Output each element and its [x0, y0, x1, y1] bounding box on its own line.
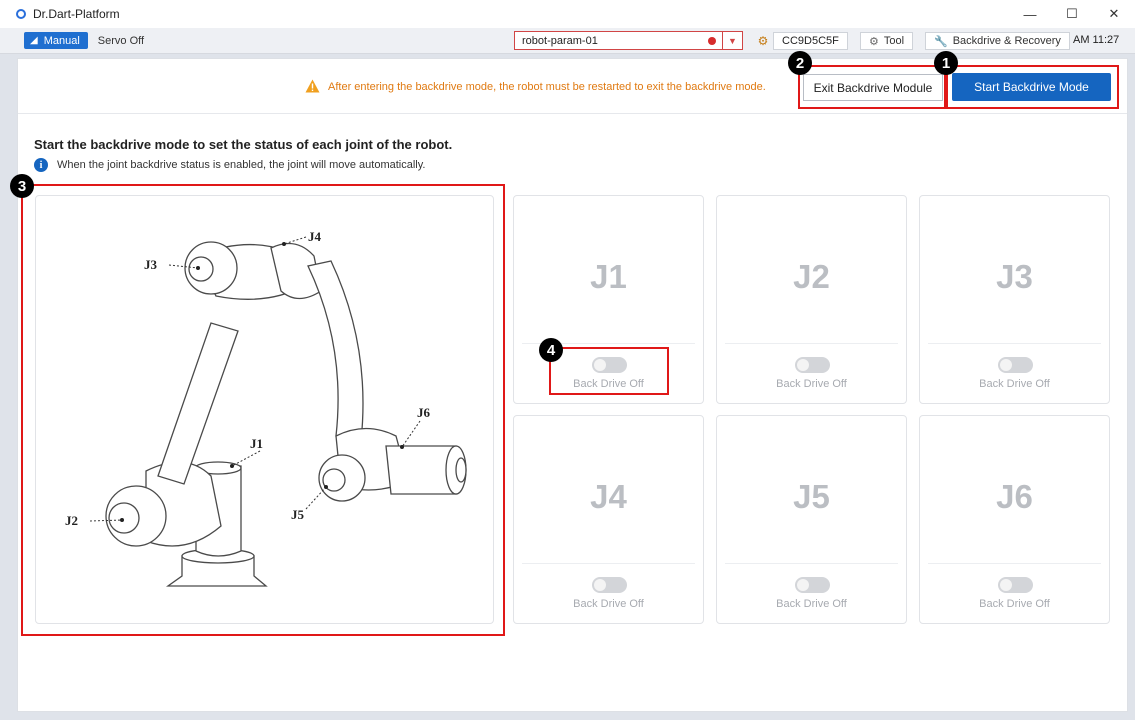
top-toolbar: ◢ Manual Servo Off robot-param-01 ▼ ⚙ CC… [0, 28, 1135, 54]
section-heading: Start the backdrive mode to set the stat… [34, 137, 453, 152]
backdrive-recovery-button[interactable]: 🔧 Backdrive & Recovery [925, 32, 1070, 50]
joint-name: J2 [793, 258, 830, 295]
backdrive-status: Back Drive Off [979, 378, 1050, 390]
callout-box-2 [798, 65, 946, 109]
backdrive-status: Back Drive Off [776, 378, 847, 390]
annotation-badge-4: 4 [539, 338, 563, 362]
joint-name: J5 [793, 478, 830, 515]
joint-name: J6 [996, 478, 1033, 515]
window-controls: — ☐ ✕ [1009, 0, 1135, 28]
joint-name: J3 [996, 258, 1033, 295]
backdrive-toggle-j6[interactable] [998, 577, 1033, 593]
wrench-icon: 🔧 [934, 35, 948, 48]
callout-box-1 [946, 65, 1119, 109]
clock: AM 11:27 [1073, 34, 1120, 46]
servo-status: Servo Off [97, 34, 145, 47]
divider [725, 343, 898, 344]
joint-name: J4 [590, 478, 627, 515]
joint-card-j6: J6 Back Drive Off [919, 415, 1110, 624]
backdrive-status: Back Drive Off [979, 598, 1050, 610]
backdrive-toggle-j4[interactable] [592, 577, 627, 593]
info-icon: i [34, 158, 48, 172]
backdrive-status: Back Drive Off [776, 598, 847, 610]
backdrive-toggle-j5[interactable] [795, 577, 830, 593]
toggle-knob [594, 579, 606, 591]
info-row: i When the joint backdrive status is ena… [34, 158, 425, 172]
divider [928, 343, 1101, 344]
annotation-badge-3: 3 [10, 174, 34, 198]
toggle-knob [797, 359, 809, 371]
joint-card-j4: J4 Back Drive Off [513, 415, 704, 624]
divider [928, 563, 1101, 564]
param-status-dot [708, 36, 716, 45]
toggle-knob [1000, 579, 1012, 591]
toggle-knob [1000, 359, 1012, 371]
tool-button[interactable]: ⚙ Tool [860, 32, 914, 50]
close-button[interactable]: ✕ [1093, 0, 1135, 28]
robot-param-select[interactable]: robot-param-01 ▼ [514, 31, 743, 50]
joint-card-j3: J3 Back Drive Off [919, 195, 1110, 404]
backdrive-recovery-label: Backdrive & Recovery [952, 35, 1061, 47]
warning-text: After entering the backdrive mode, the r… [328, 81, 766, 93]
app-title: Dr.Dart-Platform [33, 7, 120, 21]
callout-box-4 [549, 347, 669, 395]
serial-number: CC9D5C5F [773, 32, 848, 50]
annotation-badge-1: 1 [934, 51, 958, 75]
joint-card-j5: J5 Back Drive Off [716, 415, 907, 624]
callout-box-3 [21, 184, 505, 636]
info-text: When the joint backdrive status is enabl… [57, 159, 426, 171]
robot-arm-icon: ◢ [30, 35, 38, 46]
divider [522, 563, 695, 564]
divider [725, 563, 898, 564]
backdrive-toggle-j2[interactable] [795, 357, 830, 373]
joint-name: J1 [590, 258, 627, 295]
annotation-badge-2: 2 [788, 51, 812, 75]
backdrive-toggle-j3[interactable] [998, 357, 1033, 373]
chevron-down-icon[interactable]: ▼ [722, 32, 742, 49]
toggle-knob [797, 579, 809, 591]
title-bar: Dr.Dart-Platform — ☐ ✕ [0, 0, 1135, 28]
backdrive-status: Back Drive Off [573, 598, 644, 610]
warning-icon [305, 79, 320, 93]
app-logo-icon [16, 9, 26, 19]
manual-mode-button[interactable]: ◢ Manual [24, 32, 88, 49]
robot-connection-icon[interactable]: ⚙ [755, 33, 771, 49]
minimize-button[interactable]: — [1009, 0, 1051, 28]
joint-card-j2: J2 Back Drive Off [716, 195, 907, 404]
mode-label: Manual [43, 34, 80, 47]
tool-label: Tool [883, 35, 905, 47]
maximize-button[interactable]: ☐ [1051, 0, 1093, 28]
param-file-name: robot-param-01 [522, 34, 598, 47]
gear-icon: ⚙ [869, 35, 879, 48]
